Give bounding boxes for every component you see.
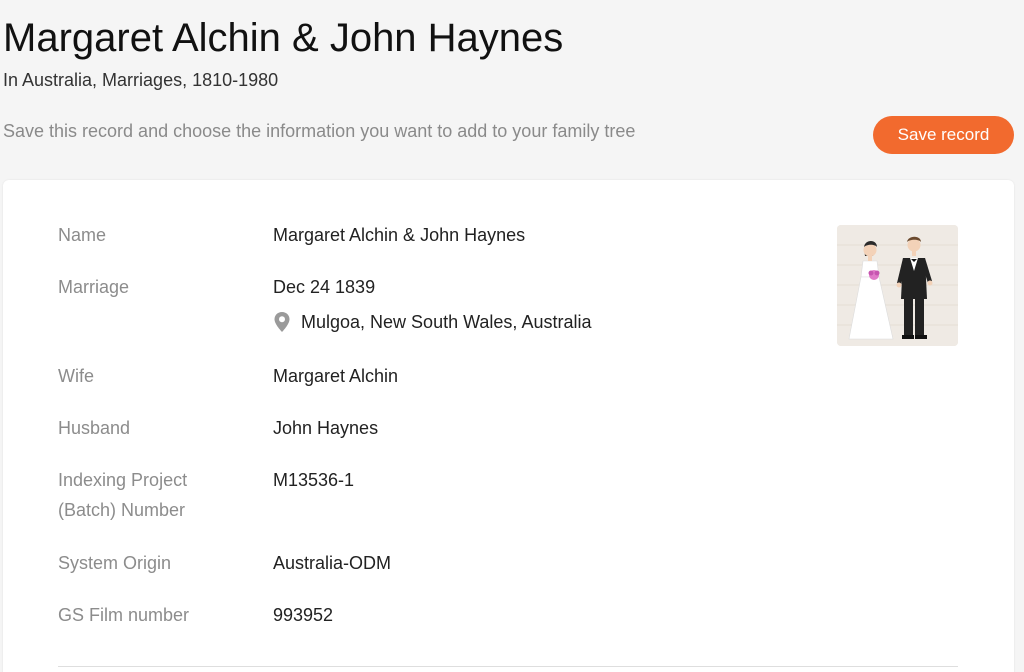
origin-value: Australia-ODM xyxy=(273,553,392,573)
page-title: Margaret Alchin & John Haynes xyxy=(3,16,564,60)
wife-value: Margaret Alchin xyxy=(273,366,399,386)
marriage-place-text: Mulgoa, New South Wales, Australia xyxy=(301,312,592,332)
film-label: GS Film number xyxy=(58,605,190,625)
wedding-couple-icon xyxy=(837,225,958,346)
marriage-place: Mulgoa, New South Wales, Australia xyxy=(273,311,591,333)
marriage-label: Marriage xyxy=(58,277,130,297)
save-record-button[interactable]: Save record xyxy=(873,116,1014,154)
wife-label: Wife xyxy=(58,366,94,386)
card-divider xyxy=(58,666,958,667)
save-hint-text: Save this record and choose the informat… xyxy=(3,121,636,141)
record-page: Margaret Alchin & John Haynes In Austral… xyxy=(0,0,1024,672)
batch-value: M13536-1 xyxy=(273,470,355,490)
collection-subtitle: In Australia, Marriages, 1810-1980 xyxy=(3,70,279,90)
husband-value: John Haynes xyxy=(273,418,379,438)
husband-label: Husband xyxy=(58,418,131,438)
record-card: Name Margaret Alchin & John Haynes Marri… xyxy=(3,180,1014,672)
name-label: Name xyxy=(58,225,107,245)
marriage-date: Dec 24 1839 xyxy=(273,277,376,297)
location-pin-icon xyxy=(273,311,291,333)
batch-label: Indexing Project (Batch) Number xyxy=(58,470,188,520)
film-value: 993952 xyxy=(273,605,334,625)
origin-label: System Origin xyxy=(58,553,172,573)
name-value: Margaret Alchin & John Haynes xyxy=(273,225,526,245)
